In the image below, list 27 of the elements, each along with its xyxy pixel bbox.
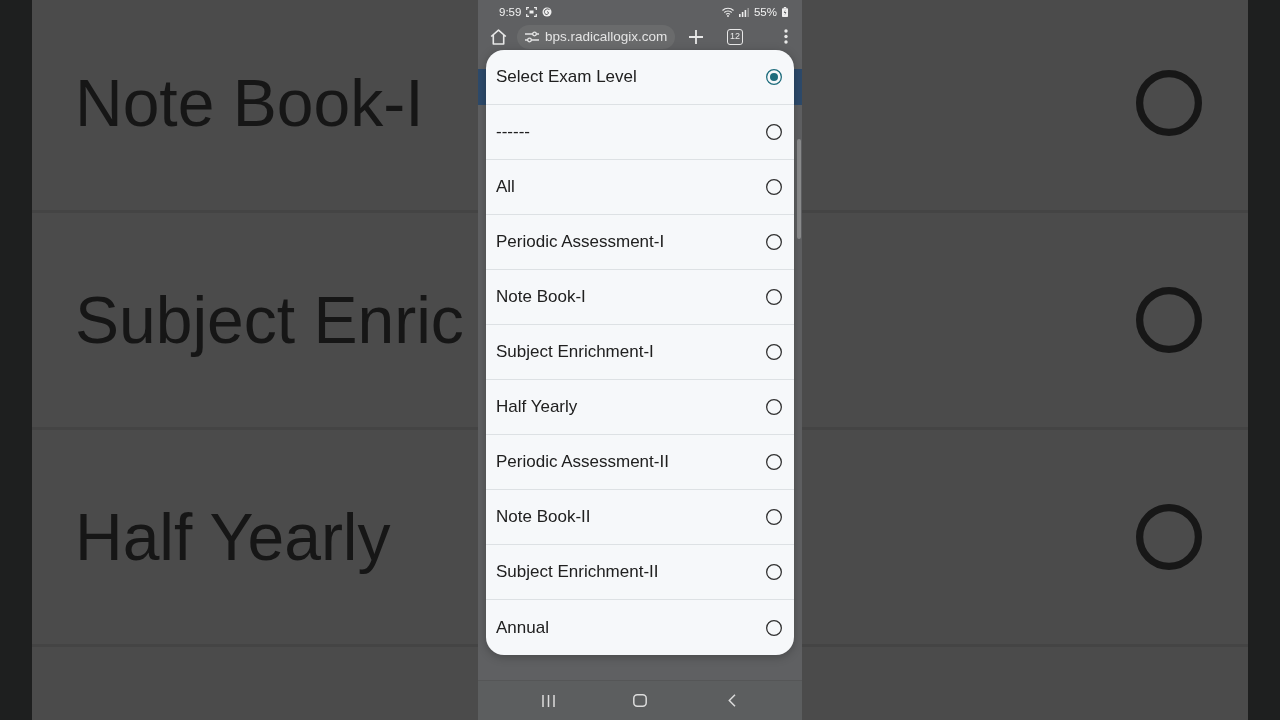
status-time: 9:59 (499, 6, 522, 18)
plus-icon[interactable] (689, 29, 703, 44)
back-icon[interactable] (728, 694, 736, 707)
tab-switcher-button[interactable]: 12 (727, 28, 743, 45)
option-item[interactable]: Note Book-II (486, 490, 794, 545)
spiral-icon (542, 7, 553, 17)
home-icon[interactable] (633, 694, 647, 707)
option-item[interactable]: Subject Enrichment-I (486, 325, 794, 380)
signal-icon (738, 7, 749, 17)
option-item[interactable]: Note Book-I (486, 270, 794, 325)
screenshot-icon (526, 7, 538, 17)
option-item[interactable]: Select Exam Level (486, 50, 794, 105)
wifi-icon (721, 7, 734, 17)
battery-percent: 55% (753, 6, 777, 18)
home-icon[interactable] (490, 28, 507, 45)
menu-icon[interactable] (784, 29, 788, 44)
battery-icon (782, 7, 788, 17)
option-item[interactable]: ------ (486, 105, 794, 160)
option-item[interactable]: Half Yearly (486, 380, 794, 435)
option-item[interactable]: All (486, 160, 794, 215)
option-item[interactable]: Subject Enrichment-II (486, 545, 794, 600)
option-item[interactable]: Periodic Assessment-I (486, 215, 794, 270)
option-item[interactable]: Annual (486, 600, 794, 655)
url-field[interactable]: bps.radicallogix.com (517, 24, 675, 49)
recents-icon[interactable] (541, 694, 555, 707)
tune-icon (525, 30, 539, 43)
option-item[interactable]: Periodic Assessment-II (486, 435, 794, 490)
